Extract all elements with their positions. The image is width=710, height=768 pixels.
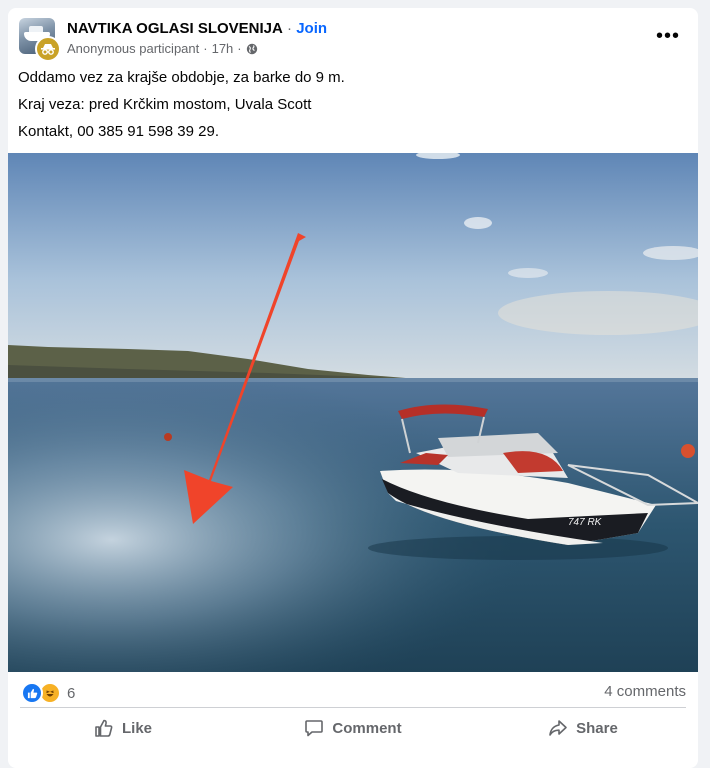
group-name-link[interactable]: NAVTIKA OGLASI SLOVENIJA	[67, 20, 283, 37]
group-title-line: NAVTIKA OGLASI SLOVENIJA · Join	[67, 20, 327, 38]
comment-button[interactable]: Comment	[238, 710, 468, 746]
anonymous-badge-icon	[35, 36, 61, 62]
boat-registration: 747 RK	[568, 517, 603, 528]
more-options-icon[interactable]: •••	[656, 24, 680, 48]
join-button[interactable]: Join	[296, 20, 327, 37]
share-icon	[549, 720, 567, 736]
post-meta: Anonymous participant · 17h ·	[67, 41, 258, 57]
comments-count-link[interactable]: 4 comments	[604, 683, 686, 700]
reactions-summary[interactable]: 6	[21, 682, 75, 704]
reaction-count: 6	[67, 684, 76, 702]
post-text-line: Kraj veza: pred Krčkim mostom, Uvala Sco…	[18, 96, 312, 113]
like-label: Like	[121, 719, 152, 737]
post-stats: 6 4 comments	[8, 672, 698, 712]
post-actions: Like Comment Share	[8, 710, 698, 746]
actions-divider	[20, 707, 686, 708]
meta-dot: ·	[237, 41, 242, 56]
post-timestamp[interactable]: 17h	[212, 41, 234, 57]
comment-icon	[305, 720, 324, 737]
comment-label: Comment	[332, 719, 402, 737]
post-card: NAVTIKA OGLASI SLOVENIJA · Join Anonymou…	[8, 8, 698, 768]
post-photo[interactable]: 747 RK	[8, 153, 698, 672]
share-button[interactable]: Share	[468, 710, 698, 746]
share-label: Share	[576, 719, 618, 737]
globe-icon	[246, 43, 257, 55]
thumbs-up-icon	[95, 719, 113, 737]
meta-dot: ·	[203, 41, 208, 56]
like-reaction-icon	[21, 682, 43, 704]
author-name: Anonymous participant	[67, 41, 200, 56]
post-header: NAVTIKA OGLASI SLOVENIJA · Join Anonymou…	[8, 8, 698, 68]
post-text-line: Kontakt, 00 385 91 598 39 29.	[18, 123, 219, 140]
separator-dot: ·	[282, 20, 297, 37]
post-text-line: Oddamo vez za krajše obdobje, za barke d…	[18, 69, 345, 86]
group-avatar[interactable]	[19, 18, 61, 62]
like-button[interactable]: Like	[8, 710, 238, 746]
